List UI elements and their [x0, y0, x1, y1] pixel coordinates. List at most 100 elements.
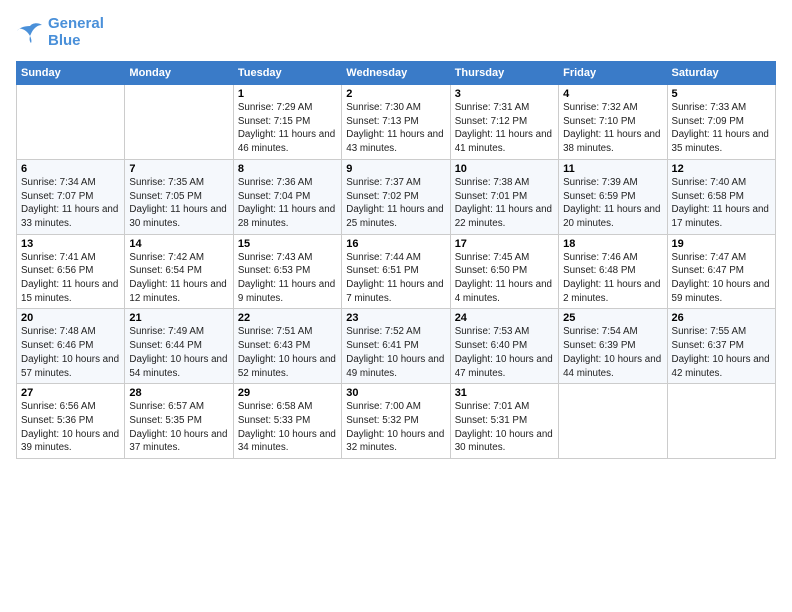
calendar-cell: 27Sunrise: 6:56 AM Sunset: 5:36 PM Dayli… — [17, 384, 125, 459]
day-number: 19 — [672, 238, 771, 250]
day-number: 16 — [346, 238, 445, 250]
calendar-cell: 24Sunrise: 7:53 AM Sunset: 6:40 PM Dayli… — [450, 309, 558, 384]
day-info: Sunrise: 7:31 AM Sunset: 7:12 PM Dayligh… — [455, 101, 554, 156]
day-number: 21 — [129, 312, 228, 324]
day-number: 18 — [563, 238, 662, 250]
day-number: 5 — [672, 88, 771, 100]
day-info: Sunrise: 7:41 AM Sunset: 6:56 PM Dayligh… — [21, 251, 120, 306]
day-info: Sunrise: 7:55 AM Sunset: 6:37 PM Dayligh… — [672, 325, 771, 380]
calendar-cell: 6Sunrise: 7:34 AM Sunset: 7:07 PM Daylig… — [17, 159, 125, 234]
calendar-cell: 14Sunrise: 7:42 AM Sunset: 6:54 PM Dayli… — [125, 234, 233, 309]
day-number: 26 — [672, 312, 771, 324]
calendar-cell: 29Sunrise: 6:58 AM Sunset: 5:33 PM Dayli… — [233, 384, 341, 459]
calendar-cell: 28Sunrise: 6:57 AM Sunset: 5:35 PM Dayli… — [125, 384, 233, 459]
day-info: Sunrise: 7:38 AM Sunset: 7:01 PM Dayligh… — [455, 176, 554, 231]
day-info: Sunrise: 7:42 AM Sunset: 6:54 PM Dayligh… — [129, 251, 228, 306]
day-number: 9 — [346, 163, 445, 175]
calendar-week-row: 13Sunrise: 7:41 AM Sunset: 6:56 PM Dayli… — [17, 234, 776, 309]
day-info: Sunrise: 7:29 AM Sunset: 7:15 PM Dayligh… — [238, 101, 337, 156]
day-info: Sunrise: 7:46 AM Sunset: 6:48 PM Dayligh… — [563, 251, 662, 306]
calendar-cell: 25Sunrise: 7:54 AM Sunset: 6:39 PM Dayli… — [559, 309, 667, 384]
day-number: 28 — [129, 387, 228, 399]
day-info: Sunrise: 7:37 AM Sunset: 7:02 PM Dayligh… — [346, 176, 445, 231]
day-number: 24 — [455, 312, 554, 324]
calendar-cell: 19Sunrise: 7:47 AM Sunset: 6:47 PM Dayli… — [667, 234, 775, 309]
calendar-week-row: 1Sunrise: 7:29 AM Sunset: 7:15 PM Daylig… — [17, 85, 776, 160]
logo-text: General Blue — [48, 16, 104, 49]
day-info: Sunrise: 7:43 AM Sunset: 6:53 PM Dayligh… — [238, 251, 337, 306]
calendar-week-row: 20Sunrise: 7:48 AM Sunset: 6:46 PM Dayli… — [17, 309, 776, 384]
calendar-cell: 20Sunrise: 7:48 AM Sunset: 6:46 PM Dayli… — [17, 309, 125, 384]
day-number: 14 — [129, 238, 228, 250]
calendar-header-row: SundayMondayTuesdayWednesdayThursdayFrid… — [17, 62, 776, 85]
calendar-cell: 7Sunrise: 7:35 AM Sunset: 7:05 PM Daylig… — [125, 159, 233, 234]
calendar-week-row: 27Sunrise: 6:56 AM Sunset: 5:36 PM Dayli… — [17, 384, 776, 459]
calendar-cell: 26Sunrise: 7:55 AM Sunset: 6:37 PM Dayli… — [667, 309, 775, 384]
day-number: 31 — [455, 387, 554, 399]
calendar-cell: 17Sunrise: 7:45 AM Sunset: 6:50 PM Dayli… — [450, 234, 558, 309]
weekday-header: Monday — [125, 62, 233, 85]
calendar-cell: 21Sunrise: 7:49 AM Sunset: 6:44 PM Dayli… — [125, 309, 233, 384]
day-number: 27 — [21, 387, 120, 399]
weekday-header: Tuesday — [233, 62, 341, 85]
day-number: 25 — [563, 312, 662, 324]
day-info: Sunrise: 7:32 AM Sunset: 7:10 PM Dayligh… — [563, 101, 662, 156]
day-info: Sunrise: 7:47 AM Sunset: 6:47 PM Dayligh… — [672, 251, 771, 306]
calendar-cell: 13Sunrise: 7:41 AM Sunset: 6:56 PM Dayli… — [17, 234, 125, 309]
calendar-cell: 3Sunrise: 7:31 AM Sunset: 7:12 PM Daylig… — [450, 85, 558, 160]
day-number: 15 — [238, 238, 337, 250]
calendar-cell — [17, 85, 125, 160]
weekday-header: Thursday — [450, 62, 558, 85]
day-info: Sunrise: 7:30 AM Sunset: 7:13 PM Dayligh… — [346, 101, 445, 156]
day-number: 11 — [563, 163, 662, 175]
day-number: 1 — [238, 88, 337, 100]
day-number: 20 — [21, 312, 120, 324]
day-info: Sunrise: 6:58 AM Sunset: 5:33 PM Dayligh… — [238, 400, 337, 455]
day-number: 23 — [346, 312, 445, 324]
weekday-header: Saturday — [667, 62, 775, 85]
day-info: Sunrise: 6:57 AM Sunset: 5:35 PM Dayligh… — [129, 400, 228, 455]
day-info: Sunrise: 7:48 AM Sunset: 6:46 PM Dayligh… — [21, 325, 120, 380]
day-number: 8 — [238, 163, 337, 175]
day-info: Sunrise: 7:44 AM Sunset: 6:51 PM Dayligh… — [346, 251, 445, 306]
calendar-cell: 11Sunrise: 7:39 AM Sunset: 6:59 PM Dayli… — [559, 159, 667, 234]
day-info: Sunrise: 7:45 AM Sunset: 6:50 PM Dayligh… — [455, 251, 554, 306]
day-number: 6 — [21, 163, 120, 175]
calendar-cell: 18Sunrise: 7:46 AM Sunset: 6:48 PM Dayli… — [559, 234, 667, 309]
day-number: 12 — [672, 163, 771, 175]
day-info: Sunrise: 7:01 AM Sunset: 5:31 PM Dayligh… — [455, 400, 554, 455]
calendar-cell: 10Sunrise: 7:38 AM Sunset: 7:01 PM Dayli… — [450, 159, 558, 234]
calendar-cell: 1Sunrise: 7:29 AM Sunset: 7:15 PM Daylig… — [233, 85, 341, 160]
day-number: 3 — [455, 88, 554, 100]
day-number: 7 — [129, 163, 228, 175]
day-info: Sunrise: 6:56 AM Sunset: 5:36 PM Dayligh… — [21, 400, 120, 455]
day-number: 22 — [238, 312, 337, 324]
day-info: Sunrise: 7:54 AM Sunset: 6:39 PM Dayligh… — [563, 325, 662, 380]
day-number: 17 — [455, 238, 554, 250]
day-number: 30 — [346, 387, 445, 399]
day-info: Sunrise: 7:00 AM Sunset: 5:32 PM Dayligh… — [346, 400, 445, 455]
logo: General Blue — [16, 16, 104, 49]
calendar-cell: 23Sunrise: 7:52 AM Sunset: 6:41 PM Dayli… — [342, 309, 450, 384]
day-number: 29 — [238, 387, 337, 399]
day-info: Sunrise: 7:35 AM Sunset: 7:05 PM Dayligh… — [129, 176, 228, 231]
day-info: Sunrise: 7:39 AM Sunset: 6:59 PM Dayligh… — [563, 176, 662, 231]
calendar-cell — [125, 85, 233, 160]
day-info: Sunrise: 7:51 AM Sunset: 6:43 PM Dayligh… — [238, 325, 337, 380]
day-info: Sunrise: 7:36 AM Sunset: 7:04 PM Dayligh… — [238, 176, 337, 231]
day-info: Sunrise: 7:52 AM Sunset: 6:41 PM Dayligh… — [346, 325, 445, 380]
day-number: 4 — [563, 88, 662, 100]
calendar-cell: 8Sunrise: 7:36 AM Sunset: 7:04 PM Daylig… — [233, 159, 341, 234]
calendar-cell — [667, 384, 775, 459]
day-info: Sunrise: 7:34 AM Sunset: 7:07 PM Dayligh… — [21, 176, 120, 231]
calendar-cell: 22Sunrise: 7:51 AM Sunset: 6:43 PM Dayli… — [233, 309, 341, 384]
calendar-cell: 4Sunrise: 7:32 AM Sunset: 7:10 PM Daylig… — [559, 85, 667, 160]
day-info: Sunrise: 7:40 AM Sunset: 6:58 PM Dayligh… — [672, 176, 771, 231]
calendar-week-row: 6Sunrise: 7:34 AM Sunset: 7:07 PM Daylig… — [17, 159, 776, 234]
day-info: Sunrise: 7:49 AM Sunset: 6:44 PM Dayligh… — [129, 325, 228, 380]
calendar-cell: 16Sunrise: 7:44 AM Sunset: 6:51 PM Dayli… — [342, 234, 450, 309]
weekday-header: Wednesday — [342, 62, 450, 85]
weekday-header: Friday — [559, 62, 667, 85]
calendar-cell: 9Sunrise: 7:37 AM Sunset: 7:02 PM Daylig… — [342, 159, 450, 234]
day-number: 13 — [21, 238, 120, 250]
